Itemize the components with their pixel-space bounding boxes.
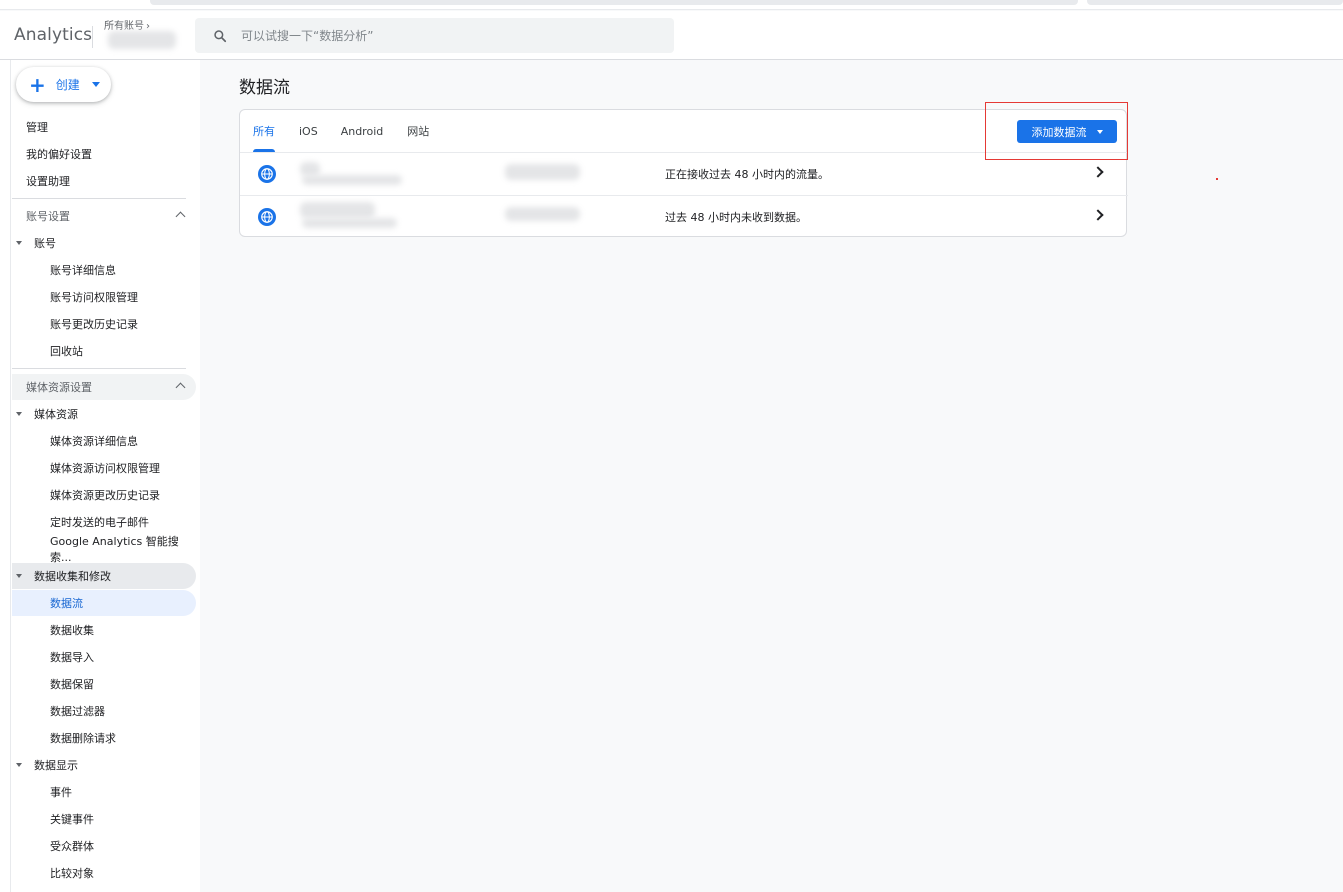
browser-tab-strip bbox=[1087, 0, 1343, 5]
chevron-up-icon bbox=[175, 211, 186, 222]
globe-icon bbox=[258, 208, 276, 226]
active-item-highlight bbox=[12, 590, 196, 616]
sidebar-item-account-details[interactable]: 账号详细信息 bbox=[50, 257, 116, 283]
redacted-stream-name bbox=[300, 162, 320, 176]
sidebar-item-admin[interactable]: 管理 bbox=[26, 114, 48, 140]
redacted-stream-url bbox=[302, 175, 402, 185]
sidebar-item-property-access[interactable]: 媒体资源访问权限管理 bbox=[50, 455, 160, 481]
app-header: Analytics 所有账号 › 可以试搜一下“数据分析” bbox=[0, 11, 1343, 60]
sidebar-item-comparisons[interactable]: 比较对象 bbox=[50, 860, 94, 886]
stream-status: 过去 48 小时内未收到数据。 bbox=[665, 211, 807, 224]
sidebar-rule bbox=[10, 60, 11, 892]
create-button[interactable]: + 创建 bbox=[16, 67, 111, 102]
search-placeholder: 可以试搜一下“数据分析” bbox=[241, 29, 374, 43]
app-brand[interactable]: Analytics bbox=[14, 25, 92, 45]
caret-down-icon bbox=[91, 82, 100, 87]
sidebar-item-audiences[interactable]: 受众群体 bbox=[50, 833, 94, 859]
sidebar-divider bbox=[12, 198, 186, 199]
redacted-stream-name bbox=[300, 202, 375, 218]
chevron-up-icon bbox=[175, 382, 186, 393]
stream-row[interactable]: 过去 48 小时内未收到数据。 bbox=[240, 196, 1128, 238]
sidebar-group-data-display[interactable]: 数据显示 bbox=[16, 752, 180, 778]
sidebar: + 创建 管理 我的偏好设置 设置助理 账号设置 账号 账号详细信息 账号访问权… bbox=[0, 60, 200, 892]
annotation-highlight-box bbox=[985, 102, 1128, 160]
tab-ios[interactable]: iOS bbox=[299, 110, 318, 152]
tab-web[interactable]: 网站 bbox=[407, 110, 429, 152]
sidebar-divider bbox=[12, 368, 186, 369]
globe-icon bbox=[258, 165, 276, 183]
section-title: 账号设置 bbox=[26, 210, 70, 223]
sidebar-group-account[interactable]: 账号 bbox=[16, 230, 180, 256]
expand-caret-icon bbox=[16, 241, 22, 245]
sidebar-item-data-import[interactable]: 数据导入 bbox=[50, 644, 94, 670]
account-switcher[interactable]: 所有账号 › bbox=[104, 17, 184, 55]
expand-caret-icon bbox=[16, 763, 22, 767]
chevron-right-icon bbox=[1092, 166, 1104, 178]
group-label: 账号 bbox=[34, 237, 56, 250]
sidebar-item-trash[interactable]: 回收站 bbox=[50, 338, 83, 364]
stream-tabs: 所有 iOS Android 网站 bbox=[240, 110, 429, 152]
tab-all[interactable]: 所有 bbox=[253, 110, 275, 152]
search-icon bbox=[214, 29, 227, 42]
redacted-stream-url bbox=[302, 218, 397, 228]
plus-icon: + bbox=[29, 72, 46, 97]
group-label: 媒体资源 bbox=[34, 408, 78, 421]
section-account-settings[interactable]: 账号设置 bbox=[12, 203, 196, 229]
group-label: 数据收集和修改 bbox=[34, 570, 111, 583]
redacted-stream-id bbox=[505, 207, 580, 221]
tab-android[interactable]: Android bbox=[341, 110, 384, 152]
sidebar-item-property-details[interactable]: 媒体资源详细信息 bbox=[50, 428, 138, 454]
group-label: 数据显示 bbox=[34, 759, 78, 772]
sidebar-item-events[interactable]: 事件 bbox=[50, 779, 72, 805]
sidebar-item-data-deletion[interactable]: 数据删除请求 bbox=[50, 725, 116, 751]
redacted-stream-id bbox=[505, 164, 580, 180]
annotation-dot bbox=[1216, 178, 1218, 180]
sidebar-group-data-collection[interactable]: 数据收集和修改 bbox=[16, 563, 180, 589]
sidebar-group-property[interactable]: 媒体资源 bbox=[16, 401, 180, 427]
expand-caret-icon bbox=[16, 574, 22, 578]
sidebar-item-analytics-intelligence[interactable]: Google Analytics 智能搜索... bbox=[50, 535, 200, 564]
section-title: 媒体资源设置 bbox=[26, 381, 92, 394]
sidebar-item-data-streams[interactable]: 数据流 bbox=[50, 590, 83, 616]
chevron-right-icon bbox=[1092, 209, 1104, 221]
sidebar-item-preferences[interactable]: 我的偏好设置 bbox=[26, 141, 92, 167]
sidebar-item-account-access[interactable]: 账号访问权限管理 bbox=[50, 284, 138, 310]
stream-status: 正在接收过去 48 小时内的流量。 bbox=[665, 168, 829, 181]
browser-strip bbox=[0, 0, 1343, 10]
sidebar-item-account-history[interactable]: 账号更改历史记录 bbox=[50, 311, 138, 337]
sidebar-item-data-retention[interactable]: 数据保留 bbox=[50, 671, 94, 697]
sidebar-item-key-events[interactable]: 关键事件 bbox=[50, 806, 94, 832]
sidebar-item-data-collection[interactable]: 数据收集 bbox=[50, 617, 94, 643]
sidebar-item-setup-assistant[interactable]: 设置助理 bbox=[26, 168, 70, 194]
search-bar[interactable]: 可以试搜一下“数据分析” bbox=[195, 18, 674, 53]
expand-caret-icon bbox=[16, 412, 22, 416]
sidebar-item-property-history[interactable]: 媒体资源更改历史记录 bbox=[50, 482, 160, 508]
page-title: 数据流 bbox=[239, 78, 290, 98]
sidebar-item-scheduled-emails[interactable]: 定时发送的电子邮件 bbox=[50, 509, 149, 535]
browser-tab-strip bbox=[150, 0, 1078, 5]
create-button-label: 创建 bbox=[55, 78, 80, 92]
redacted-account-name bbox=[108, 31, 176, 49]
sidebar-item-data-filters[interactable]: 数据过滤器 bbox=[50, 698, 105, 724]
section-property-settings[interactable]: 媒体资源设置 bbox=[12, 374, 196, 400]
header-divider bbox=[92, 26, 93, 48]
account-breadcrumb: 所有账号 › bbox=[104, 21, 150, 32]
